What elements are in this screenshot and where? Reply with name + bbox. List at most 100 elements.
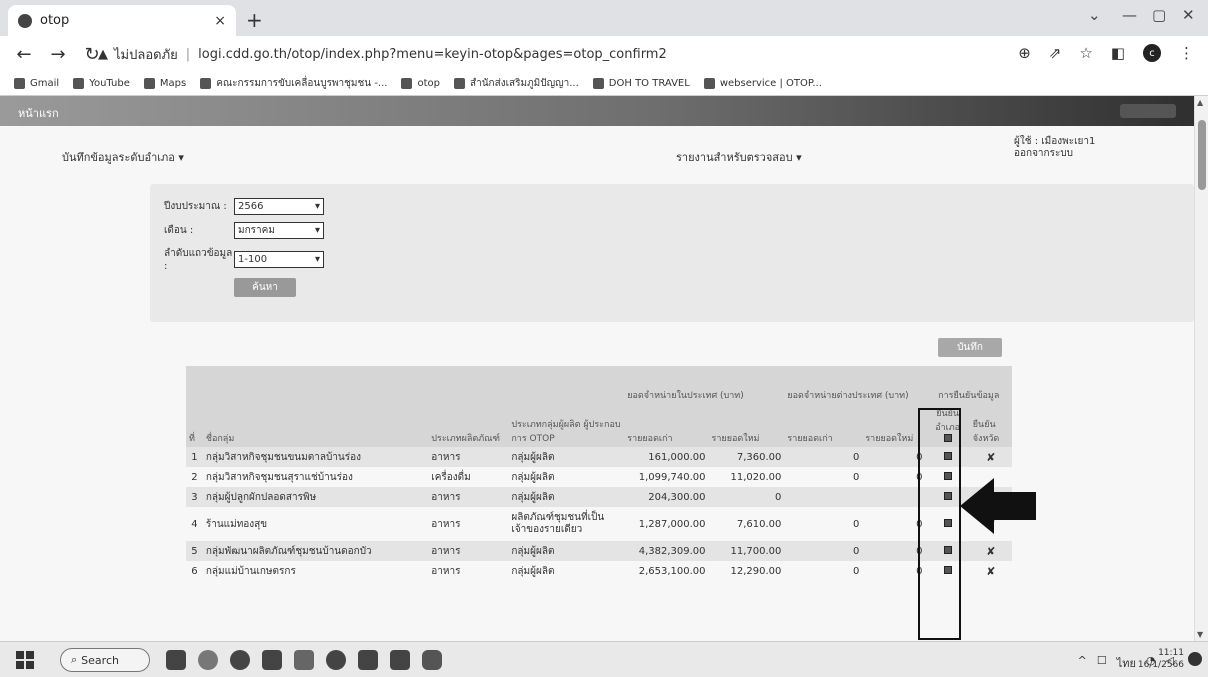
clock[interactable]: 11:11 16/1/2566 [1138, 647, 1184, 671]
col-export-new: รายยอดใหม่ [862, 404, 926, 447]
notification-icon[interactable] [1188, 652, 1202, 666]
table-column-header: ที่ ชื่อกลุ่ม ประเภทผลิตภัณฑ์ ประเภทกลุ่… [186, 404, 1012, 447]
scroll-down-icon[interactable]: ▼ [1197, 630, 1203, 639]
menu-district-entry[interactable]: บันทึกข้อมูลระดับอำเภอ ▾ [62, 148, 184, 166]
home-link[interactable]: หน้าแรก [18, 104, 59, 122]
minimize-icon[interactable]: — [1122, 6, 1137, 24]
month-label: เดือน : [164, 225, 194, 236]
chrome-icon[interactable] [326, 650, 346, 670]
chevron-up-icon[interactable]: ^ [1078, 654, 1087, 672]
row-export-new: 0 [916, 565, 923, 577]
search-button[interactable]: ค้นหา [234, 278, 296, 297]
filter-range-row: ลำดับแถวข้อมูล : 1-100 ▾ [164, 246, 324, 272]
store-icon[interactable] [294, 650, 314, 670]
row-export-new: 0 [916, 471, 923, 483]
page-scrollbar[interactable]: ▲ ▼ [1194, 96, 1208, 641]
maximize-icon[interactable]: ▢ [1152, 6, 1166, 24]
widgets-icon[interactable] [198, 650, 218, 670]
row-new-sales: 7,360.00 [708, 447, 785, 467]
bookmark-label: สำนักส่งเสริมภูมิปัญญา... [469, 78, 579, 89]
back-icon[interactable]: ← [14, 44, 34, 65]
bookmark-youtube[interactable]: YouTube [73, 78, 130, 89]
url-field[interactable]: ▲ ไม่ปลอดภัย | logi.cdd.go.th/otop/index… [98, 41, 1118, 67]
row-product-type: อาหาร [431, 518, 461, 530]
row-number: 6 [191, 565, 198, 577]
bookmark-gmail[interactable]: Gmail [14, 78, 59, 89]
header-pill [1120, 104, 1176, 118]
row-old-sales: 161,000.00 [624, 447, 709, 467]
filter-year-row: ปีงบประมาณ : 2566 ▾ [164, 198, 324, 215]
new-tab-button[interactable]: + [246, 8, 263, 32]
menu-reports[interactable]: รายงานสำหรับตรวจสอบ ▾ [676, 148, 802, 166]
profile-avatar[interactable]: c [1143, 44, 1161, 62]
tab-close-icon[interactable]: × [214, 13, 226, 29]
range-select[interactable]: 1-100 ▾ [234, 250, 324, 268]
col-new-sales: รายยอดใหม่ [708, 404, 785, 447]
range-value: 1-100 [238, 253, 268, 265]
zoom-icon[interactable]: ⊕ [1018, 44, 1031, 62]
warning-icon: ▲ [98, 46, 108, 62]
bookmark-committee[interactable]: คณะกรรมการขับเคลื่อนบูรพาชุมชน -... [200, 76, 387, 91]
bookmark-maps[interactable]: Maps [143, 78, 186, 89]
province-status-icon: ✘ [986, 564, 996, 578]
taskbar-search[interactable]: ⌕ Search [60, 648, 150, 672]
row-confirm-province: ✘ [969, 447, 1012, 467]
globe-icon [453, 78, 465, 89]
chevron-down-icon: ▾ [314, 253, 320, 265]
month-select[interactable]: มกราคม ▾ [234, 222, 324, 239]
row-group-name: กลุ่มวิสาหกิจชุมชนสุราแช่บ้านร่อง [205, 471, 353, 483]
col-group-name: ชื่อกลุ่ม [202, 404, 429, 447]
scroll-up-icon[interactable]: ▲ [1197, 98, 1203, 107]
excel-icon[interactable] [390, 650, 410, 670]
chat-icon[interactable] [230, 650, 250, 670]
browser-tab-otop[interactable]: otop × [8, 5, 236, 36]
bookmark-wisdom[interactable]: สำนักส่งเสริมภูมิปัญญา... [453, 76, 579, 91]
bookmark-otop[interactable]: otop [401, 78, 440, 89]
language-indicator[interactable]: ไทย [1117, 654, 1136, 672]
globe-icon [401, 78, 413, 89]
windows-start-icon[interactable] [16, 651, 34, 669]
logout-link[interactable]: ออกจากระบบ [1014, 148, 1095, 160]
url-divider: | [185, 46, 191, 62]
year-select[interactable]: 2566 ▾ [234, 198, 324, 215]
row-confirm-province: ✘ [970, 561, 1012, 581]
file-explorer-icon[interactable] [262, 650, 282, 670]
browser-tab-strip: otop × + ⌄ — ▢ ✕ [0, 0, 1208, 36]
header-spacer [186, 366, 625, 404]
table-row: 4 ร้านแม่ทองสุข อาหาร ผลิตภัณฑ์ชุมชนที่เป็น… [186, 507, 1012, 541]
row-new-sales: 7,610.00 [736, 518, 782, 530]
save-button[interactable]: บันทึก [938, 338, 1002, 357]
province-status-icon: ✘ [986, 450, 996, 464]
table-row: 5 กลุ่มพัฒนาผลิตภัณฑ์ชุมชนบ้านดอกบัว อาหาร… [186, 541, 1012, 561]
word-icon[interactable] [358, 650, 378, 670]
star-icon[interactable]: ☆ [1079, 44, 1092, 62]
row-group-name: กลุ่มแม่บ้านเกษตรกร [205, 565, 296, 577]
bookmark-webservice[interactable]: webservice | OTOP... [703, 78, 822, 89]
forward-icon[interactable]: → [48, 44, 68, 65]
maps-icon [143, 78, 155, 89]
row-export-old: 0 [852, 471, 860, 483]
menu-kebab-icon[interactable]: ⋮ [1179, 44, 1194, 62]
search-label: Search [81, 653, 119, 667]
scroll-thumb[interactable] [1198, 120, 1206, 190]
row-group-name: กลุ่มวิสาหกิจชุมชนขนมตาลบ้านร่อง [202, 447, 429, 467]
bookmark-doh-travel[interactable]: DOH TO TRAVEL [592, 78, 690, 89]
tab-search-icon[interactable]: ⌄ [1088, 6, 1101, 24]
app-icon[interactable] [422, 650, 442, 670]
row-producer-type: กลุ่มผู้ผลิต [511, 565, 555, 577]
sidepanel-icon[interactable]: ◧ [1111, 44, 1125, 62]
otop-table: ยอดจำหน่ายในประเทศ (บาท) ยอดจำหน่ายต่างป… [186, 366, 1012, 581]
filter-month-row: เดือน : มกราคม ▾ [164, 222, 324, 239]
share-icon[interactable]: ⇗ [1049, 44, 1062, 62]
task-view-icon[interactable] [166, 650, 186, 670]
window-close-icon[interactable]: ✕ [1182, 6, 1195, 24]
user-info: ผู้ใช้ : เมืองพะเยา1 ออกจากระบบ [1014, 136, 1095, 160]
row-new-sales: 0 [708, 487, 785, 507]
row-product-type: อาหาร [428, 541, 509, 561]
row-number: 3 [186, 487, 203, 507]
bookmark-label: otop [417, 78, 440, 89]
header-confirm: การยืนยันข้อมูล [925, 366, 1012, 404]
header-domestic-sales: ยอดจำหน่ายในประเทศ (บาท) [624, 366, 785, 404]
network-icon[interactable]: ☐ [1097, 654, 1107, 672]
table-body: 1 กลุ่มวิสาหกิจชุมชนขนมตาลบ้านร่อง อาหาร กล… [186, 447, 1012, 581]
